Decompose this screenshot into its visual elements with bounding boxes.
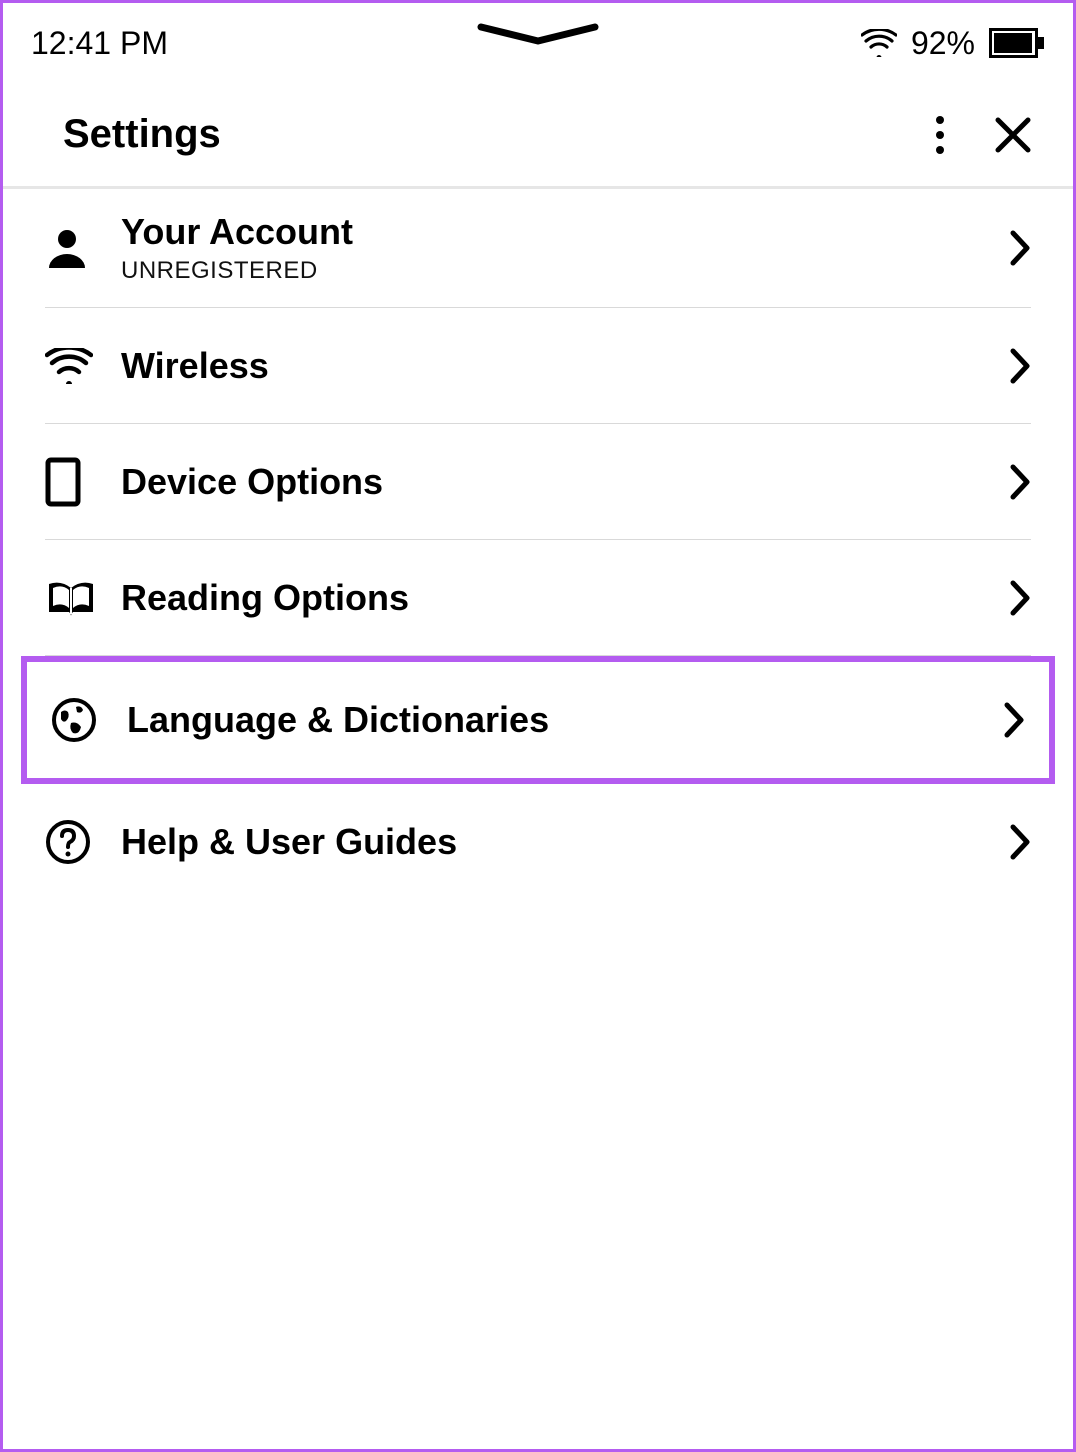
chevron-right-icon	[1009, 347, 1031, 385]
row-language-highlight: Language & Dictionaries	[21, 656, 1055, 784]
battery-percent: 92%	[911, 25, 975, 62]
row-title: Help & User Guides	[121, 821, 1009, 863]
chevron-right-icon	[1009, 229, 1031, 267]
chevron-right-icon	[1003, 701, 1025, 739]
book-icon	[45, 578, 121, 618]
chevron-right-icon	[1009, 823, 1031, 861]
row-title: Reading Options	[121, 577, 1009, 619]
row-reading-options[interactable]: Reading Options	[45, 540, 1031, 656]
row-title: Device Options	[121, 461, 1009, 503]
page-title: Settings	[63, 112, 935, 157]
settings-header: Settings	[3, 83, 1073, 189]
battery-icon	[989, 28, 1045, 58]
person-icon	[45, 226, 121, 270]
help-icon	[45, 819, 121, 865]
status-time: 12:41 PM	[31, 25, 168, 62]
row-wireless[interactable]: Wireless	[45, 308, 1031, 424]
row-title: Your Account	[121, 211, 1009, 253]
globe-icon	[51, 697, 127, 743]
chevron-right-icon	[1009, 579, 1031, 617]
row-your-account[interactable]: Your Account UNREGISTERED	[45, 189, 1031, 308]
pulldown-handle[interactable]	[473, 21, 603, 49]
row-device-options[interactable]: Device Options	[45, 424, 1031, 540]
settings-list: Your Account UNREGISTERED Wireless	[3, 189, 1073, 900]
row-language-dictionaries[interactable]: Language & Dictionaries	[51, 662, 1025, 778]
row-title: Wireless	[121, 345, 1009, 387]
row-help-user-guides[interactable]: Help & User Guides	[45, 784, 1031, 900]
wifi-icon	[861, 29, 897, 57]
more-menu-button[interactable]	[935, 115, 945, 155]
wifi-icon	[45, 348, 121, 384]
row-subtitle: UNREGISTERED	[121, 257, 1009, 285]
row-title: Language & Dictionaries	[127, 699, 1003, 741]
close-button[interactable]	[993, 115, 1033, 155]
chevron-right-icon	[1009, 463, 1031, 501]
tablet-icon	[45, 457, 121, 507]
